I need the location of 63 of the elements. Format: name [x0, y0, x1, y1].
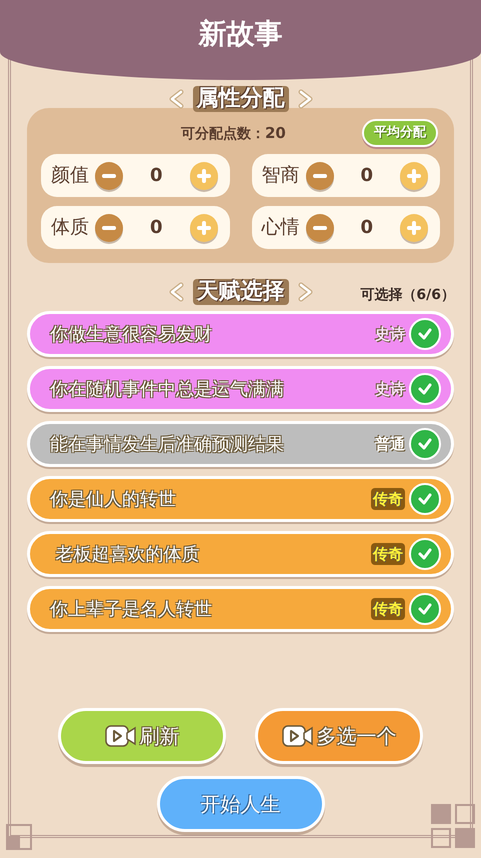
- talent-text: 你在随机事件中总是运气满满: [50, 378, 285, 402]
- check-icon[interactable]: [409, 373, 441, 405]
- talent-text: 你上辈子是名人转世: [50, 598, 213, 622]
- talent-row[interactable]: 老板超喜欢的体质 传奇: [27, 531, 454, 577]
- minus-button[interactable]: [306, 162, 334, 190]
- chevron-right-icon: [296, 89, 314, 109]
- rarity-label: 普通: [375, 434, 405, 455]
- stat-value: 0: [359, 164, 374, 188]
- stat-value: 0: [359, 216, 374, 240]
- extra-pick-button[interactable]: 多选一个: [255, 708, 423, 764]
- plus-icon: [196, 168, 210, 182]
- minus-icon: [312, 226, 326, 230]
- stat-label: 智商: [262, 163, 300, 188]
- start-button[interactable]: 开始人生: [156, 776, 324, 832]
- plus-button[interactable]: [400, 162, 428, 190]
- plus-icon: [407, 168, 421, 182]
- talent-row[interactable]: 能在事情发生后准确预测结果 普通: [27, 421, 454, 467]
- talent-row[interactable]: 你在随机事件中总是运气满满 史诗: [27, 366, 454, 412]
- talent-row[interactable]: 你是仙人的转世 传奇: [27, 476, 454, 522]
- talent-text: 你做生意很容易发财: [50, 322, 213, 346]
- minus-icon: [102, 174, 116, 178]
- video-camera-icon: [282, 725, 314, 747]
- talent-row[interactable]: 你上辈子是名人转世 传奇: [27, 586, 454, 632]
- rarity-label: 传奇: [371, 488, 405, 510]
- chevron-left-icon: [166, 282, 184, 302]
- talent-text: 老板超喜欢的体质: [54, 542, 201, 566]
- plus-button[interactable]: [400, 214, 428, 242]
- talent-text: 能在事情发生后准确预测结果: [50, 432, 285, 456]
- talent-text: 你是仙人的转世: [50, 488, 177, 512]
- chevron-left-icon: [166, 89, 184, 109]
- talent-row[interactable]: 你做生意很容易发财 史诗: [27, 311, 454, 357]
- stat-label: 心情: [262, 215, 300, 240]
- chevron-right-icon: [296, 282, 314, 302]
- even-distribute-button[interactable]: 平均分配: [362, 119, 438, 147]
- minus-button[interactable]: [306, 214, 334, 242]
- check-icon[interactable]: [409, 483, 441, 515]
- minus-button[interactable]: [95, 214, 123, 242]
- plus-button[interactable]: [190, 214, 218, 242]
- check-icon[interactable]: [409, 428, 441, 460]
- plus-button[interactable]: [190, 162, 218, 190]
- rarity-label: 史诗: [375, 324, 405, 345]
- check-icon[interactable]: [409, 538, 441, 570]
- stat-value: 0: [148, 164, 164, 188]
- stat-label: 颜值: [51, 163, 90, 188]
- minus-icon: [312, 174, 326, 178]
- check-icon[interactable]: [409, 318, 441, 350]
- stat-value: 0: [148, 216, 164, 240]
- minus-button[interactable]: [95, 162, 123, 190]
- section-title: 天赋选择: [192, 279, 288, 305]
- section-title: 属性分配: [192, 86, 288, 112]
- plus-icon: [196, 220, 210, 234]
- plus-icon: [407, 220, 421, 234]
- rarity-label: 传奇: [371, 598, 405, 620]
- video-camera-icon: [104, 725, 136, 747]
- stat-label: 体质: [51, 215, 90, 240]
- selection-counter: 可选择（6/6）: [360, 286, 455, 305]
- refresh-button[interactable]: 刷新: [58, 708, 226, 764]
- page-title: 新故事: [198, 20, 282, 48]
- minus-icon: [102, 226, 116, 230]
- check-icon[interactable]: [409, 593, 441, 625]
- points-label: 可分配点数：20: [181, 122, 286, 144]
- rarity-label: 传奇: [371, 542, 405, 566]
- rarity-label: 史诗: [375, 378, 405, 400]
